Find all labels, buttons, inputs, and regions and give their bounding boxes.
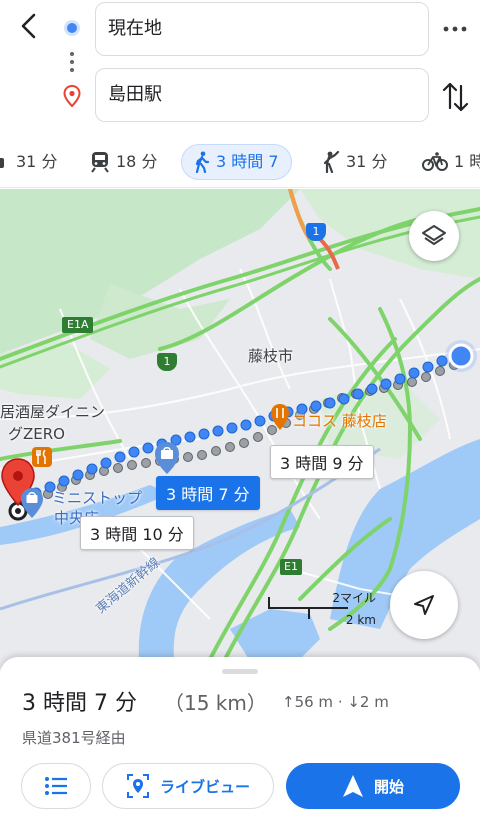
- tab-transit[interactable]: 18 分: [90, 144, 157, 180]
- origin-field[interactable]: 現在地: [95, 2, 429, 56]
- travel-mode-tabs: 31 分 18 分 3 時間 7 31 分 1 時: [0, 136, 480, 188]
- tab-walking[interactable]: 3 時間 7: [181, 144, 292, 180]
- route-summary-sheet[interactable]: 3 時間 7 分 （15 km） ↑56 m · ↓2 m 県道381号経由 ラ…: [0, 657, 480, 824]
- route-map[interactable]: 1 1 E1A E1 藤枝市 居酒屋ダイニン グZERO ココス 藤枝店 ミニス…: [0, 189, 480, 669]
- live-view-icon: [126, 774, 149, 798]
- city-label: 藤枝市: [248, 347, 294, 365]
- origin-dot-icon: [64, 20, 80, 36]
- tab-ride-hail-label: 31 分: [346, 152, 388, 171]
- destination-field[interactable]: 島田駅: [95, 68, 429, 122]
- route-shield-1-center: 1: [157, 353, 177, 371]
- route-connector-icon: [70, 52, 74, 76]
- route-callout-alt-2[interactable]: 3 時間 10 分: [80, 516, 194, 550]
- swap-icon[interactable]: [440, 80, 470, 114]
- navigation-icon: [342, 775, 363, 797]
- route-via: 県道381号経由: [22, 729, 126, 747]
- route-shield-e1a: E1A: [62, 317, 94, 333]
- route-callout-alt-1[interactable]: 3 時間 9 分: [270, 445, 374, 479]
- route-callout-selected[interactable]: 3 時間 7 分: [156, 476, 260, 510]
- navigation-arrow-icon: [414, 595, 434, 615]
- route-shield-e1: E1: [280, 559, 302, 575]
- live-view-button[interactable]: ライブビュー: [102, 763, 274, 809]
- restaurant-icon[interactable]: [32, 447, 52, 467]
- train-icon: [91, 152, 109, 173]
- more-options-icon[interactable]: [440, 14, 470, 44]
- walk-icon: [195, 151, 210, 173]
- elevation-text: 56 m · ↓2 m: [294, 693, 389, 711]
- poi-izakaya-label[interactable]: 居酒屋ダイニン: [0, 401, 105, 422]
- sheet-drag-handle[interactable]: [222, 669, 258, 674]
- start-navigation-button[interactable]: 開始: [286, 763, 460, 809]
- bicycle-icon: [422, 152, 448, 171]
- layers-icon: [422, 225, 446, 245]
- shop-pin-icon[interactable]: [154, 441, 180, 475]
- back-arrow-icon[interactable]: [14, 10, 46, 42]
- poi-ministop-label[interactable]: ミニストップ: [52, 487, 142, 508]
- steps-list-button[interactable]: [21, 763, 91, 809]
- route-shield-1-north: 1: [306, 223, 326, 241]
- cafe-pin-icon[interactable]: [270, 403, 290, 431]
- ride-hail-icon: [323, 151, 340, 173]
- elevation-summary: ↑56 m · ↓2 m: [282, 693, 389, 711]
- route-distance: （15 km）: [164, 691, 267, 715]
- directions-header: 現在地 島田駅: [0, 0, 480, 130]
- tab-walking-label: 3 時間 7: [216, 152, 279, 171]
- tab-transit-label: 18 分: [116, 152, 158, 171]
- tab-driving-label: 31 分: [16, 152, 58, 171]
- start-label: 開始: [373, 777, 404, 796]
- poi-cocos-label[interactable]: ココス 藤枝店: [292, 410, 387, 431]
- car-icon: [0, 158, 4, 168]
- elevation-up-icon: ↑: [282, 693, 295, 711]
- tab-ride-hail[interactable]: 31 分: [322, 144, 387, 180]
- tab-cycling[interactable]: 1 時: [422, 144, 480, 180]
- scale-miles-label: 2マイル: [332, 591, 376, 605]
- live-view-label: ライブビュー: [159, 777, 250, 796]
- destination-pin-icon: [63, 85, 81, 107]
- convenience-store-pin-icon[interactable]: [20, 487, 44, 519]
- map-scale: 2マイル 2 km: [268, 589, 380, 629]
- scale-km-label: 2 km: [345, 613, 376, 627]
- tab-cycling-label: 1 時: [454, 152, 480, 171]
- list-icon: [45, 777, 67, 795]
- tab-driving[interactable]: 31 分: [0, 144, 57, 180]
- my-location-button[interactable]: [390, 571, 458, 639]
- poi-izakaya-label-2[interactable]: グZERO: [8, 423, 65, 444]
- layers-button[interactable]: [409, 211, 459, 261]
- route-duration: 3 時間 7 分: [22, 691, 137, 716]
